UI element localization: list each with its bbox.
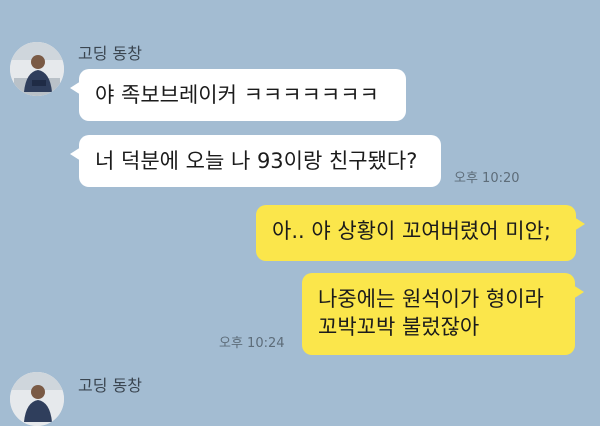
profile-avatar-icon (10, 42, 64, 96)
sender-name: 고딩 동창 (78, 376, 142, 395)
message-timestamp: 오후 10:20 (454, 171, 520, 186)
profile-avatar-icon (10, 372, 64, 426)
message-bubble-incoming[interactable]: 야 족보브레이커 ㅋㅋㅋㅋㅋㅋㅋ (70, 69, 406, 121)
message-timestamp: 오후 10:24 (219, 336, 285, 351)
message-bubble-incoming[interactable]: 너 덕분에 오늘 나 93이랑 친구됐다? (70, 135, 441, 187)
message-text-line: 꼬박꼬박 불렀잖아 (318, 315, 480, 339)
message-text: 야 족보브레이커 ㅋㅋㅋㅋㅋㅋㅋ (95, 83, 379, 107)
sender-avatar[interactable] (10, 372, 64, 426)
message-bubble-outgoing[interactable]: 나중에는 원석이가 형이라 꼬박꼬박 불렀잖아 (302, 273, 584, 355)
message-text: 너 덕분에 오늘 나 93이랑 친구됐다? (95, 149, 418, 173)
sender-avatar[interactable] (10, 42, 64, 96)
message-text-line: 나중에는 원석이가 형이라 (318, 287, 544, 311)
sender-name: 고딩 동창 (78, 44, 142, 63)
message-text: 아.. 야 상황이 꼬여버렸어 미안; (272, 219, 551, 243)
message-bubble-outgoing[interactable]: 아.. 야 상황이 꼬여버렸어 미안; (256, 205, 585, 261)
